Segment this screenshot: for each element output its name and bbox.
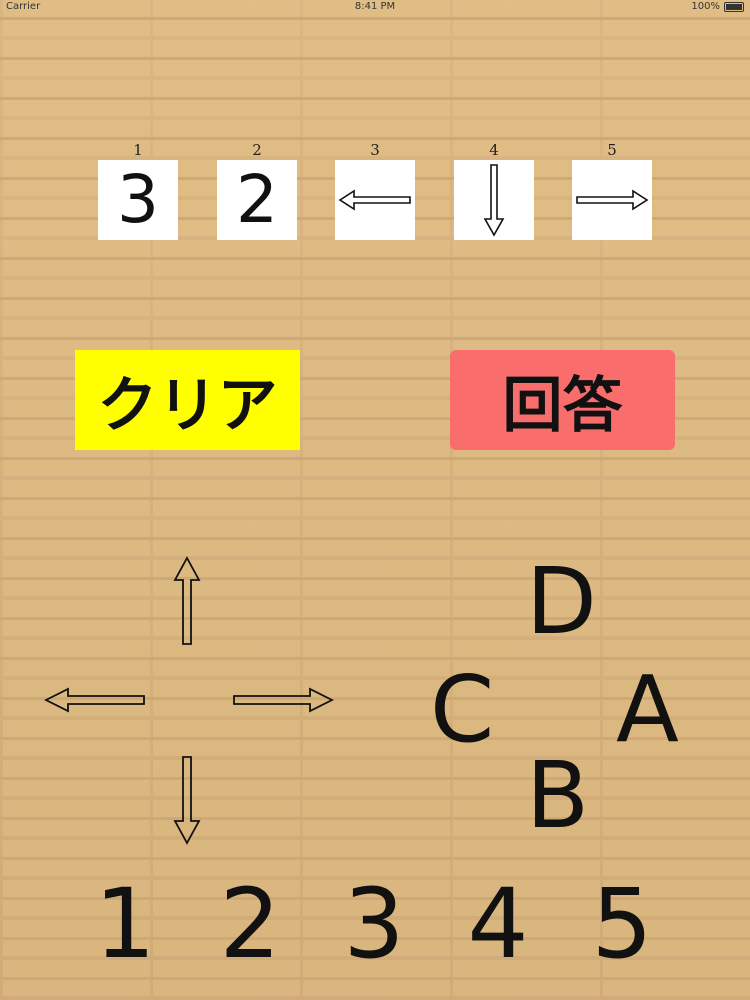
right-arrow-button[interactable] (232, 686, 334, 714)
down-arrow-icon (483, 164, 505, 237)
right-arrow-icon (576, 189, 649, 211)
right-arrow-icon (233, 687, 334, 713)
slot-value-1: 3 (117, 161, 159, 238)
answer-button[interactable]: 回答 (450, 350, 675, 450)
left-arrow-icon (44, 687, 145, 713)
slot-label-4: 4 (489, 141, 499, 159)
slot-label-2: 2 (252, 141, 262, 159)
answer-slot-5[interactable] (572, 160, 652, 240)
down-arrow-icon (173, 756, 201, 845)
number-button-5[interactable]: 5 (572, 876, 672, 972)
number-button-2[interactable]: 2 (200, 876, 300, 972)
answer-slot-2[interactable]: 2 (217, 160, 297, 240)
status-bar: Carrier 8:41 PM 100% (0, 0, 750, 14)
down-arrow-button[interactable] (172, 755, 202, 845)
letter-c[interactable]: C (430, 664, 494, 756)
slot-label-1: 1 (133, 141, 143, 159)
letter-a[interactable]: A (616, 664, 679, 756)
up-arrow-icon (173, 556, 201, 645)
slot-value-2: 2 (236, 161, 278, 238)
battery-icon (724, 2, 744, 12)
slot-label-3: 3 (370, 141, 380, 159)
number-button-3[interactable]: 3 (324, 876, 424, 972)
slot-label-5: 5 (607, 141, 617, 159)
answer-slot-4[interactable] (454, 160, 534, 240)
left-arrow-icon (338, 189, 411, 211)
answer-slot-3[interactable] (335, 160, 415, 240)
answer-slot-1[interactable]: 3 (98, 160, 178, 240)
battery-percent: 100% (691, 1, 720, 12)
letter-d[interactable]: D (526, 556, 597, 648)
left-arrow-button[interactable] (44, 686, 146, 714)
battery-indicator: 100% (691, 0, 744, 14)
status-time: 8:41 PM (354, 1, 396, 12)
up-arrow-button[interactable] (172, 556, 202, 646)
letter-b[interactable]: B (526, 750, 589, 842)
number-button-1[interactable]: 1 (75, 876, 175, 972)
number-button-4[interactable]: 4 (448, 876, 548, 972)
clear-button[interactable]: クリア (75, 350, 300, 450)
